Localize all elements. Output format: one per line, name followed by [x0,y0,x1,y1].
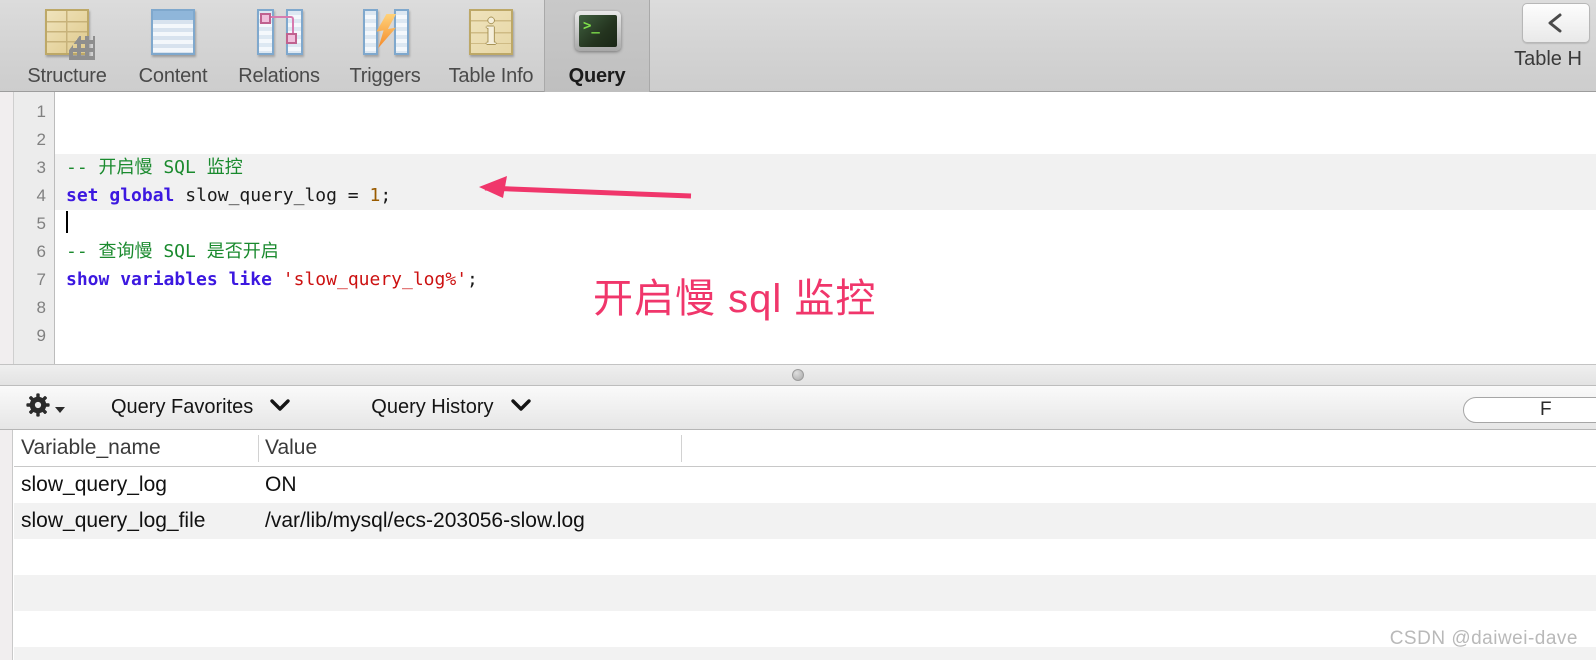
sql-token-comment: -- 查询慢 SQL 是否开启 [66,241,279,262]
sql-line-6: -- 查询慢 SQL 是否开启 [55,238,1596,266]
tab-table-info[interactable]: Table Info [438,0,544,92]
chevron-down-icon [269,398,291,417]
table-row[interactable]: slow_query_log_file/var/lib/mysql/ecs-20… [14,503,1596,539]
triggers-lightning-icon [353,5,417,63]
tab-structure-label: Structure [27,65,107,87]
text-caret [66,211,68,233]
table-header-row: Variable_name Value [14,430,1596,467]
sql-line-3: -- 开启慢 SQL 监控 [55,154,1596,182]
line-number: 4 [36,186,46,205]
sql-token-plain [174,185,185,206]
line-number: 8 [36,298,46,317]
table-row[interactable]: slow_query_log ON [14,467,1596,503]
sql-token-plain [109,269,120,290]
line-number: 9 [36,326,46,345]
table-cell[interactable]: slow_query_log [14,473,258,497]
line-number: 2 [36,130,46,149]
query-favorites-dropdown[interactable]: Query Favorites [111,396,291,419]
tab-query[interactable]: Query [544,0,650,92]
relations-icon [247,5,311,63]
table-cell[interactable]: slow_query_log_file [14,509,258,533]
table-cell[interactable]: ON [258,473,681,497]
line-number: 5 [36,214,46,233]
column-header-2[interactable]: Value [258,436,681,460]
sql-token-op: ; [380,185,392,206]
sql-token-id: slow_query_log [185,185,337,206]
main-toolbar: Structure Content Relations Triggers i T… [0,0,1596,92]
toolbar-right-group: Table H [1456,0,1596,92]
table-cell[interactable]: /var/lib/mysql/ecs-203056-slow.log [258,509,681,533]
back-button[interactable] [1522,3,1590,43]
sql-token-kw: like [228,269,272,290]
table-info-icon [459,5,523,63]
tab-structure[interactable]: Structure [14,0,120,92]
annotation-label: 开启慢 sql 监控 [593,277,877,321]
content-table-icon [141,5,205,63]
toolbar-right-label: Table H [1514,48,1582,70]
tab-relations-label: Relations [238,65,320,87]
query-terminal-icon [565,5,629,63]
tab-relations[interactable]: Relations [226,0,332,92]
gear-menu-button[interactable] [26,393,65,422]
chevron-left-icon [1545,11,1567,35]
sequel-pro-window: Structure Content Relations Triggers i T… [0,0,1596,660]
line-number: 7 [36,270,46,289]
sql-editor-pane: 1 2 3 4 5 6 7 8 9 -- 开启慢 SQL 监控 set globa… [0,92,1596,364]
sql-token-num: 1 [369,185,381,206]
gear-dropdown-arrow-icon [55,406,65,413]
sql-token-kw: global [109,185,175,206]
pane-splitter[interactable] [0,364,1596,386]
result-table[interactable]: Variable_name Value slow_query_log ON slow_q… [14,430,1596,660]
query-action-bar: Query Favorites Query History [0,386,1596,430]
line-number: 3 [36,158,46,177]
sql-token-plain [218,269,229,290]
query-result-pane: Variable_name Value slow_query_log ON slow_q… [0,430,1596,660]
sql-token-op: ; [467,269,478,290]
table-row-empty[interactable] [14,539,1596,575]
query-history-dropdown[interactable]: Query History [371,396,531,419]
csdn-watermark: CSDN @daiwei-dave [1389,628,1578,649]
toolbar-tab-list: Structure Content Relations Triggers i T… [14,0,650,92]
sql-text-area[interactable]: -- 开启慢 SQL 监控 set global slow_query_log =… [55,92,1596,364]
tab-table-info-label: Table Info [448,65,534,87]
sql-token-str: 'slow_query_log%' [282,269,468,290]
filter-search-input[interactable]: F [1463,397,1596,423]
tab-query-label: Query [568,65,626,87]
column-divider[interactable] [681,435,682,462]
column-divider[interactable] [258,435,259,462]
table-row-empty[interactable] [14,611,1596,647]
tab-content-label: Content [138,65,208,87]
editor-left-margin [0,92,14,364]
sql-line-2 [55,126,1596,154]
tab-triggers[interactable]: Triggers [332,0,438,92]
sql-token-kw: show [66,269,110,290]
chevron-down-icon [510,398,532,417]
result-rows-container: Variable_name Value slow_query_log ON slow_q… [14,430,1596,660]
sql-token-kw: variables [120,269,218,290]
splitter-grip-dot[interactable] [792,369,804,381]
sql-line-4: set global slow_query_log = 1; [55,182,1596,210]
query-history-label: Query History [371,396,494,418]
column-header-1[interactable]: Variable_name [14,436,258,460]
line-number-gutter: 1 2 3 4 5 6 7 8 9 [14,92,55,364]
gear-icon [26,393,50,422]
sql-token-op: = [336,185,370,206]
sql-token-kw: set [66,185,99,206]
table-row-empty[interactable] [14,647,1596,660]
table-row-empty[interactable] [14,575,1596,611]
sql-token-plain [99,185,110,206]
filter-placeholder: F [1540,399,1552,420]
sql-line-9 [55,322,1596,350]
query-favorites-label: Query Favorites [111,396,254,418]
tab-content[interactable]: Content [120,0,226,92]
sql-line-5 [55,210,1596,238]
result-left-margin [0,430,13,660]
line-number: 6 [36,242,46,261]
sql-token-plain [272,269,283,290]
tab-triggers-label: Triggers [349,65,421,87]
structure-icon [35,5,99,63]
sql-token-comment: -- 开启慢 SQL 监控 [66,157,243,178]
sql-line-1 [55,98,1596,126]
line-number: 1 [36,102,46,121]
